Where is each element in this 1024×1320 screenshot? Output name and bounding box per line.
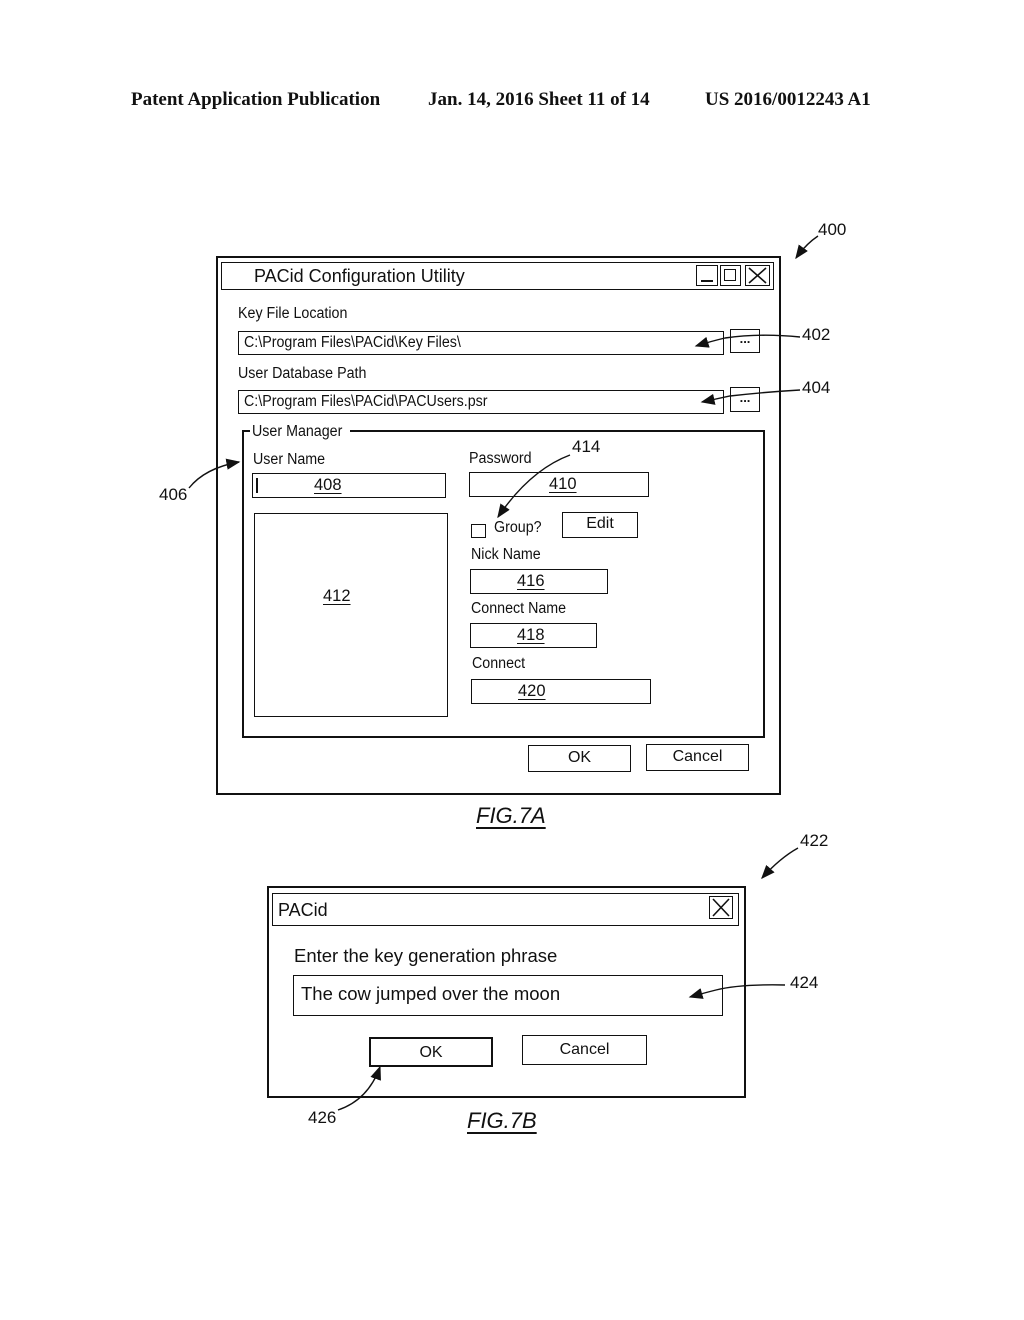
connect-input[interactable]: 420	[471, 679, 651, 704]
ref-418: 418	[517, 626, 545, 644]
leader-422	[761, 847, 799, 880]
nick-name-input[interactable]: 416	[470, 569, 608, 594]
close-button[interactable]	[745, 265, 770, 286]
pacid-cancel-button[interactable]: Cancel	[522, 1035, 647, 1065]
minimize-button[interactable]	[696, 265, 718, 286]
password-label: Password	[469, 450, 532, 467]
phrase-value: The cow jumped over the moon	[301, 983, 561, 1004]
user-db-browse-button[interactable]: ...	[730, 387, 760, 412]
connect-name-input[interactable]: 418	[470, 623, 597, 648]
maximize-icon	[724, 269, 736, 281]
group-border-top-right	[350, 430, 765, 432]
user-name-label: User Name	[253, 451, 326, 468]
nick-name-label: Nick Name	[471, 546, 541, 563]
ref-424: 424	[790, 973, 819, 992]
ref-408: 408	[314, 476, 342, 494]
group-border-top-left	[242, 430, 250, 432]
phrase-prompt: Enter the key generation phrase	[294, 945, 558, 966]
user-db-value: C:\Program Files\PACid\PACUsers.psr	[244, 393, 488, 410]
publication-label: Patent Application Publication	[131, 89, 381, 110]
close-icon	[748, 267, 767, 284]
password-input[interactable]: 410	[469, 472, 649, 497]
ref-410: 410	[549, 475, 577, 493]
close-icon	[712, 898, 730, 917]
group-label: Group?	[494, 519, 542, 536]
cancel-button[interactable]: Cancel	[646, 744, 749, 771]
key-file-input[interactable]: C:\Program Files\PACid\Key Files\	[238, 331, 724, 355]
key-file-value: C:\Program Files\PACid\Key Files\	[244, 334, 461, 351]
publication-date-sheet: Jan. 14, 2016 Sheet 11 of 14	[428, 89, 650, 110]
text-cursor	[256, 478, 258, 493]
ref-412: 412	[323, 587, 351, 605]
user-db-input[interactable]: C:\Program Files\PACid\PACUsers.psr	[238, 390, 724, 414]
config-title-bar: PACid Configuration Utility	[221, 262, 774, 290]
ok-button[interactable]: OK	[528, 745, 631, 772]
ref-400: 400	[818, 220, 847, 239]
edit-button[interactable]: Edit	[562, 512, 638, 538]
figure-caption-7a: FIG.7A	[476, 803, 546, 828]
pacid-ok-button[interactable]: OK	[369, 1037, 493, 1067]
ref-416: 416	[517, 572, 545, 590]
ref-420: 420	[518, 682, 546, 700]
user-list[interactable]: 412	[254, 513, 448, 717]
connect-label: Connect	[472, 655, 526, 672]
ref-426: 426	[308, 1108, 337, 1127]
maximize-button[interactable]	[720, 265, 741, 286]
figure-caption-7b: FIG.7B	[467, 1108, 537, 1133]
group-checkbox[interactable]	[471, 524, 486, 538]
ref-404: 404	[802, 378, 831, 397]
connect-name-label: Connect Name	[471, 600, 567, 617]
phrase-input[interactable]: The cow jumped over the moon	[293, 975, 723, 1016]
user-manager-legend: User Manager	[252, 423, 343, 440]
ref-414: 414	[572, 437, 601, 456]
key-file-label: Key File Location	[238, 305, 348, 322]
user-db-label: User Database Path	[238, 365, 367, 382]
key-file-browse-button[interactable]: ...	[730, 329, 760, 353]
ref-422: 422	[800, 831, 829, 850]
pacid-window-title: PACid	[278, 900, 328, 920]
config-window-title: PACid Configuration Utility	[254, 266, 465, 286]
ref-406: 406	[159, 485, 188, 504]
publication-number: US 2016/0012243 A1	[705, 89, 871, 110]
minimize-icon	[701, 280, 713, 282]
leader-400	[795, 235, 819, 260]
pacid-close-button[interactable]	[709, 896, 733, 919]
pacid-title-bar: PACid	[272, 893, 739, 926]
ref-402: 402	[802, 325, 831, 344]
user-name-input[interactable]: 408	[252, 473, 446, 498]
